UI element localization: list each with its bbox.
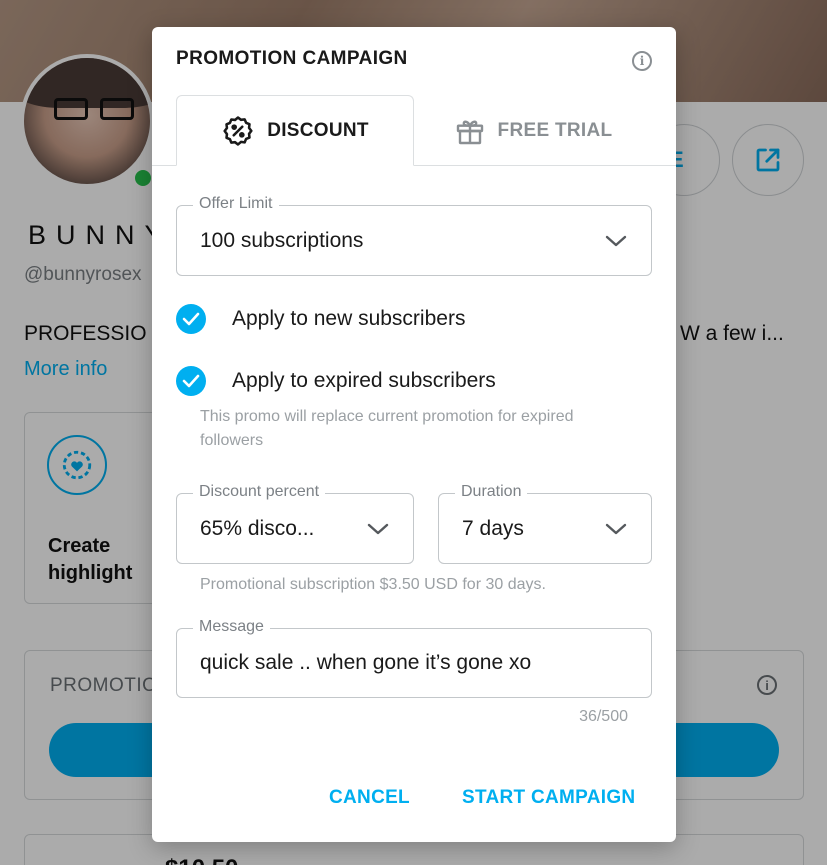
duration-select[interactable]: Duration 7 days [438, 483, 652, 564]
apply-new-subscribers-label: Apply to new subscribers [232, 307, 466, 330]
chevron-down-icon [605, 235, 627, 246]
tab-discount[interactable]: DISCOUNT [176, 95, 414, 166]
expired-note: This promo will replace current promotio… [200, 408, 574, 449]
promo-summary-note: Promotional subscription $3.50 USD for 3… [200, 576, 546, 593]
character-counter: 36/500 [579, 708, 628, 725]
duration-value: 7 days [462, 516, 524, 540]
chevron-down-icon [605, 523, 627, 534]
message-value: quick sale .. when gone it’s gone xo [200, 651, 532, 674]
start-campaign-button[interactable]: START CAMPAIGN [462, 787, 635, 809]
cancel-button[interactable]: CANCEL [329, 787, 410, 809]
tab-discount-label: DISCOUNT [267, 119, 369, 141]
discount-percent-value: 65% disco... [200, 516, 315, 540]
promotion-campaign-dialog: PROMOTION CAMPAIGN i DISCOUNT FREE TRIAL… [152, 27, 676, 842]
tab-free-trial-label: FREE TRIAL [497, 119, 613, 141]
chevron-down-icon [367, 523, 389, 534]
dialog-title: PROMOTION CAMPAIGN [176, 48, 408, 69]
apply-expired-subscribers-checkbox[interactable]: Apply to expired subscribers [176, 366, 496, 396]
offer-limit-select[interactable]: Offer Limit 100 subscriptions [176, 195, 652, 276]
discount-percent-select[interactable]: Discount percent 65% disco... [176, 483, 414, 564]
message-input[interactable]: Message quick sale .. when gone it’s gon… [176, 618, 652, 698]
tab-free-trial[interactable]: FREE TRIAL [414, 95, 652, 166]
apply-expired-subscribers-label: Apply to expired subscribers [232, 369, 496, 392]
gift-icon [456, 120, 483, 144]
checkmark-icon [176, 366, 206, 396]
offer-limit-value: 100 subscriptions [200, 228, 364, 252]
discount-badge-icon [223, 115, 253, 146]
info-icon[interactable]: i [632, 51, 652, 71]
apply-new-subscribers-checkbox[interactable]: Apply to new subscribers [176, 304, 465, 334]
checkmark-icon [176, 304, 206, 334]
